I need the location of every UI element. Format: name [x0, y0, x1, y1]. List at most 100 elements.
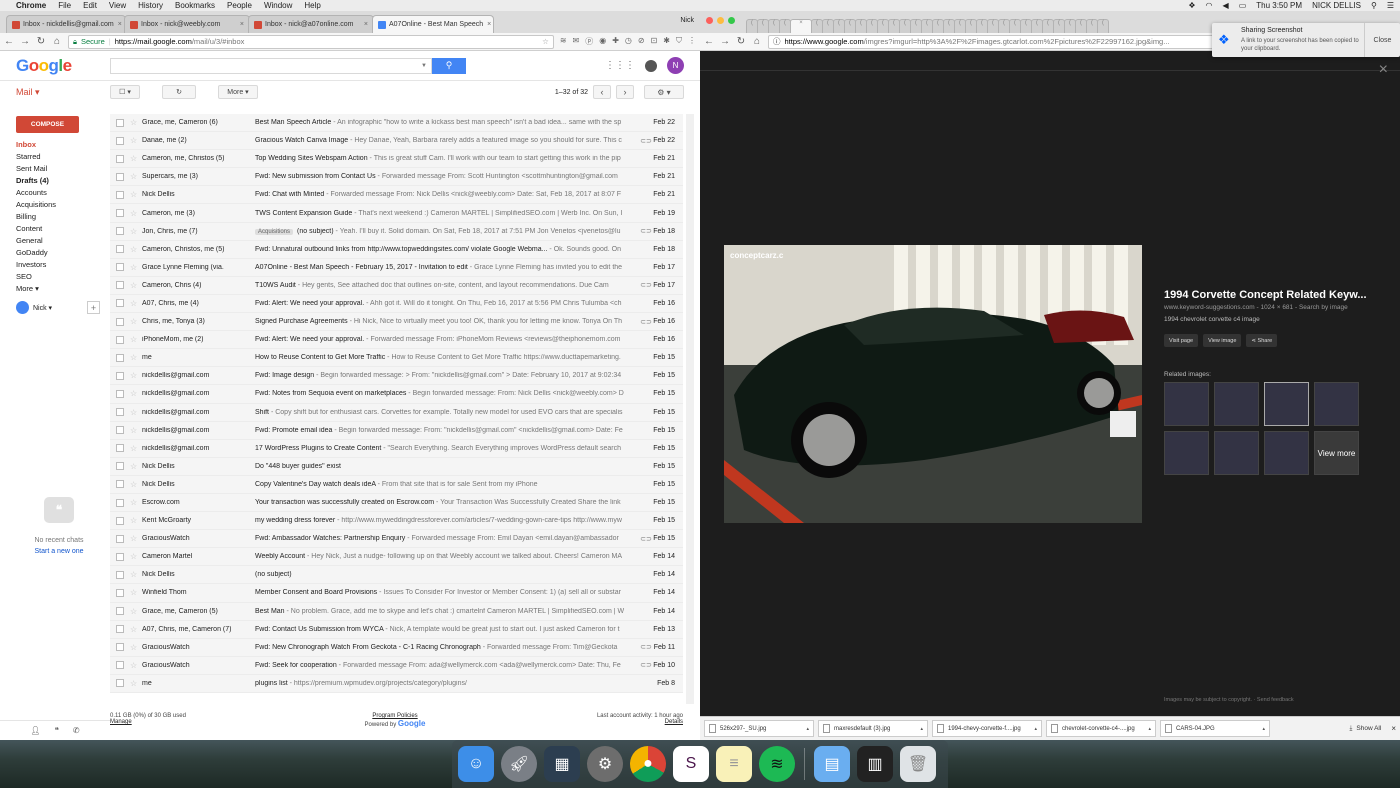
row-checkbox[interactable] [116, 335, 124, 344]
star-icon[interactable]: ☆ [130, 480, 142, 489]
sidebar-item-drafts-4[interactable]: Drafts (4) [0, 175, 110, 187]
row-checkbox[interactable] [116, 190, 124, 199]
table-row[interactable]: ☆ Grace, me, Cameron (6) Best Man Speech A… [110, 114, 683, 133]
menu-history[interactable]: History [138, 1, 163, 10]
row-checkbox[interactable] [116, 172, 124, 181]
close-shelf-icon[interactable]: × [1391, 724, 1396, 733]
bookmark-star-icon[interactable]: ☆ [542, 37, 549, 46]
row-checkbox[interactable] [116, 661, 124, 670]
tab-close-icon[interactable]: × [360, 21, 368, 28]
email-label-chip[interactable]: Acquisitions [255, 228, 294, 235]
phone-icon[interactable]: ✆ [73, 726, 80, 735]
contacts-icon[interactable]: 👤︎ [30, 726, 40, 735]
table-row[interactable]: ☆ Grace Lynne Fleming (via. A07Online - Be… [110, 258, 683, 277]
star-icon[interactable]: ☆ [130, 154, 142, 163]
address-bar[interactable]: 🔒︎ Secure | https://mail.google.com/mail… [68, 34, 554, 49]
row-checkbox[interactable] [116, 570, 124, 579]
row-checkbox[interactable] [116, 245, 124, 254]
tab-inbox-weebly[interactable]: Inbox - nick@weebly.com × [124, 15, 250, 33]
menu-clock[interactable]: Thu 3:50 PM [1256, 1, 1302, 10]
dropbox-status-icon[interactable]: ❖ [1188, 1, 1195, 10]
table-row[interactable]: ☆ Cameron, me, Christos (5) Top Wedding Si… [110, 150, 683, 169]
menu-window[interactable]: Window [264, 1, 292, 10]
no-extension-icon[interactable]: ⊘ [638, 36, 645, 47]
star-icon[interactable]: ☆ [130, 118, 142, 127]
sidebar-item-more[interactable]: More ▾ [0, 283, 110, 295]
related-image-thumb[interactable] [1264, 382, 1309, 426]
close-window-icon[interactable] [706, 17, 713, 24]
notifications-icon[interactable] [645, 59, 657, 72]
tab-close-icon[interactable]: × [114, 21, 122, 28]
image-title[interactable]: 1994 Corvette Concept Related Keyw... [1164, 289, 1384, 301]
spotify-icon[interactable]: ≋ [759, 746, 795, 782]
star-icon[interactable]: ☆ [130, 534, 142, 543]
table-row[interactable]: ☆ Nick Dellis Fwd: Chat with Minted - Forw… [110, 186, 683, 205]
minimize-window-icon[interactable] [717, 17, 724, 24]
star-icon[interactable]: ☆ [130, 389, 142, 398]
row-checkbox[interactable] [116, 408, 124, 417]
compose-button[interactable]: COMPOSE [16, 116, 79, 133]
table-row[interactable]: ☆ GraciousWatch Fwd: New Chronograph Watch… [110, 638, 683, 657]
table-row[interactable]: ☆ nickdellis@gmail.com Fwd: Promote email … [110, 421, 683, 440]
row-checkbox[interactable] [116, 625, 124, 634]
star-icon[interactable]: ☆ [130, 172, 142, 181]
table-row[interactable]: ☆ Nick Dellis Do "448 buyer guides" exist F… [110, 457, 683, 476]
sidebar-item-content[interactable]: Content [0, 223, 110, 235]
row-checkbox[interactable] [116, 643, 124, 652]
manage-storage-link[interactable]: Manage [110, 719, 132, 725]
table-row[interactable]: ☆ iPhoneMom, me (2) Fwd: Alert: We need yo… [110, 331, 683, 350]
tab-close-icon[interactable]: × [236, 21, 244, 28]
tab-best-man-speech[interactable]: A07Online - Best Man Speech × [372, 15, 494, 33]
home-icon[interactable]: ⌂ [52, 36, 62, 47]
star-icon[interactable]: ☆ [130, 281, 142, 290]
start-new-chat-link[interactable]: Start a new one [0, 548, 118, 555]
star-icon[interactable]: ☆ [130, 299, 142, 308]
visit-page-button[interactable]: Visit page [1164, 334, 1199, 347]
menu-edit[interactable]: Edit [83, 1, 97, 10]
table-row[interactable]: ☆ nickdellis@gmail.com Fwd: Notes from Seq… [110, 385, 683, 404]
chevron-up-icon[interactable]: ▴ [1034, 726, 1037, 732]
star-icon[interactable]: ☆ [130, 371, 142, 380]
active-tab[interactable]: × [790, 19, 812, 33]
star-icon[interactable]: ☆ [130, 444, 142, 453]
vertical-scrollbar[interactable] [686, 114, 694, 704]
row-checkbox[interactable] [116, 209, 124, 218]
search-options-icon[interactable]: ▼ [421, 59, 431, 73]
table-row[interactable]: ☆ GraciousWatch Fwd: Ambassador Watches: P… [110, 530, 683, 549]
mail-extension-icon[interactable]: ✉ [573, 36, 580, 47]
activity-details-link[interactable]: Details [665, 719, 683, 725]
table-row[interactable]: ☆ A07, Chris, me, Cameron (7) Fwd: Contact… [110, 620, 683, 639]
tab-close-icon[interactable]: × [483, 21, 491, 28]
star-icon[interactable]: ☆ [130, 679, 142, 688]
row-checkbox[interactable] [116, 462, 124, 471]
app-window-icon[interactable]: ▦ [544, 746, 580, 782]
table-row[interactable]: ☆ Danae, me (2) Gracious Watch Canva Image… [110, 132, 683, 151]
home-icon[interactable]: ⌂ [752, 36, 762, 47]
chevron-up-icon[interactable]: ▴ [1262, 726, 1265, 732]
launchpad-icon[interactable]: 🚀︎ [501, 746, 537, 782]
lock-extension-icon[interactable]: ⊡ [651, 36, 658, 47]
related-image-thumb[interactable] [1164, 431, 1209, 475]
download-item[interactable]: 1994-chevy-corvette-f....jpg ▴ [932, 720, 1042, 737]
table-row[interactable]: ☆ Grace, me, Cameron (5) Best Man - No pro… [110, 602, 683, 621]
download-item[interactable]: maxresdefault (3).jpg ▴ [818, 720, 928, 737]
wifi-icon[interactable]: ◠ [1206, 1, 1213, 10]
menu-view[interactable]: View [109, 1, 126, 10]
menu-user[interactable]: NICK DELLIS [1312, 1, 1361, 10]
chevron-up-icon[interactable]: ▴ [1148, 726, 1151, 732]
table-row[interactable]: ☆ Supercars, me (3) Fwd: New submission fr… [110, 168, 683, 187]
refresh-button[interactable]: ↻ [162, 85, 196, 99]
menu-app-name[interactable]: Chrome [16, 1, 46, 10]
row-checkbox[interactable] [116, 389, 124, 398]
table-row[interactable]: ☆ Chris, me, Tonya (3) Signed Purchase Agr… [110, 313, 683, 332]
bug-extension-icon[interactable]: ✱ [663, 36, 670, 47]
star-icon[interactable]: ☆ [130, 588, 142, 597]
table-row[interactable]: ☆ me plugins list - https://premium.wpmude… [110, 674, 683, 693]
clock-extension-icon[interactable]: ◷ [625, 36, 632, 47]
settings-button[interactable]: ⚙ ▾ [644, 85, 684, 99]
volume-icon[interactable]: ◀ [1223, 1, 1229, 10]
menu-file[interactable]: File [58, 1, 71, 10]
forward-arrow-icon[interactable]: → [20, 36, 30, 47]
star-icon[interactable]: ☆ [130, 353, 142, 362]
download-item[interactable]: CARS-04.JPG ▴ [1160, 720, 1270, 737]
